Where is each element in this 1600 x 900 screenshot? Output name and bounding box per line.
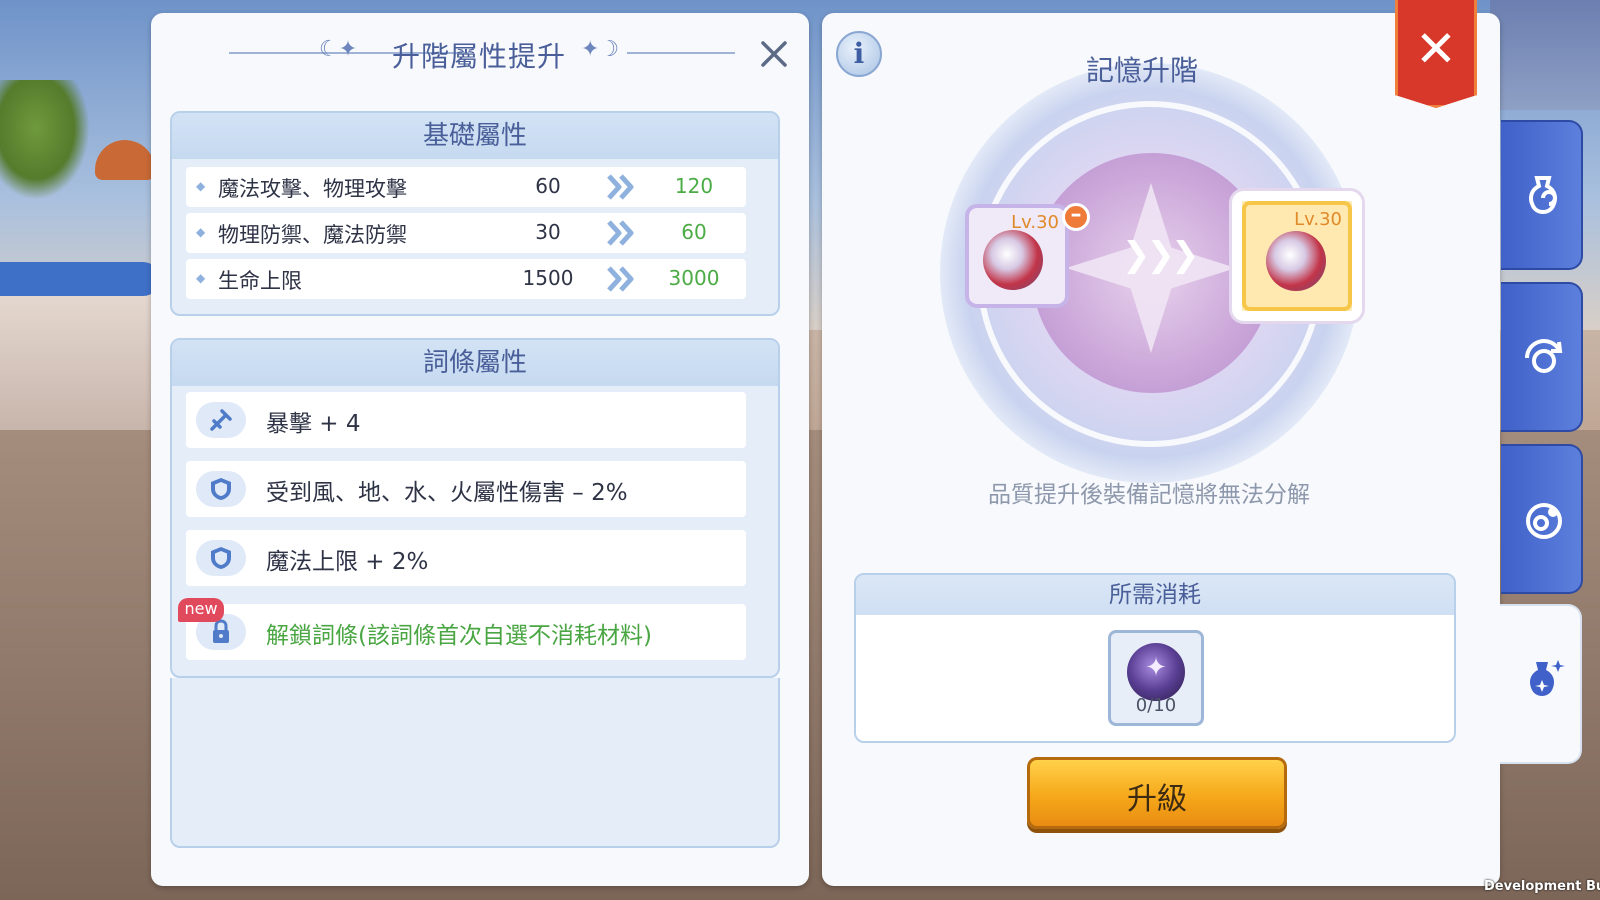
memory-upgrade-panel: i ❯❯❯ 記憶升階 Lv.30 – Lv.30 品質提升後裝備記憶將無法分解 …: [822, 0, 1500, 886]
upgraded-level-label: Lv.30: [1294, 209, 1342, 230]
base-attributes-section: 基礎屬性 ◆ 魔法攻擊、物理攻擊 60 120 ◆ 物理防禦、魔法防禦 30 6…: [170, 111, 780, 316]
stat-old-value: 1500: [522, 266, 574, 290]
background-rooftop: [1490, 0, 1600, 110]
double-chevron-icon: [607, 266, 634, 292]
potion-refresh-icon: [1529, 176, 1557, 214]
moon-ornament-icon: ☾✦: [319, 37, 358, 62]
attribute-panel-empty-area: [170, 678, 780, 848]
close-icon[interactable]: [758, 39, 790, 71]
affix-row: 受到風、地、水、火屬性傷害 – 2%: [186, 461, 746, 517]
info-button[interactable]: i: [836, 31, 882, 77]
equipment-memory-icon: [1266, 231, 1326, 291]
equipment-memory-icon: [983, 230, 1043, 290]
close-icon: ✕: [1415, 20, 1457, 78]
stat-row: ◆ 物理防禦、魔法防禦 30 60: [186, 213, 746, 253]
crit-sword-icon: [196, 402, 246, 438]
affix-text: 暴擊 + 4: [266, 411, 361, 437]
remove-equipment-button[interactable]: –: [1062, 203, 1090, 231]
upgrade-button[interactable]: 升級: [1027, 757, 1287, 829]
attribute-panel: ☾✦ 升階屬性提升 ✦☽ 基礎屬性 ◆ 魔法攻擊、物理攻擊 60 120 ◆ 物…: [151, 13, 809, 886]
background-rail: [0, 262, 160, 296]
stat-new-value: 120: [674, 174, 714, 198]
stat-old-value: 60: [535, 174, 561, 198]
diamond-bullet-icon: ◆: [196, 225, 206, 239]
header-divider-right: [627, 52, 735, 54]
stat-new-value: 3000: [668, 266, 720, 290]
base-attributes-title: 基礎屬性: [172, 113, 778, 159]
affix-row: 暴擊 + 4: [186, 392, 746, 448]
tab-orbit[interactable]: [1501, 444, 1583, 594]
close-button[interactable]: ✕: [1395, 0, 1477, 108]
tab-potion-refresh[interactable]: [1501, 120, 1583, 270]
stat-row: ◆ 生命上限 1500 3000: [186, 259, 746, 299]
required-cost-box: 所需消耗 ✦ 0/10: [854, 573, 1456, 743]
unlock-affix-row[interactable]: new 解鎖詞條(該詞條首次自選不消耗材料): [178, 598, 746, 660]
required-cost-title: 所需消耗: [856, 575, 1454, 615]
moon-ornament-icon: ✦☽: [581, 37, 620, 62]
shield-icon: [196, 471, 246, 507]
cost-material-slot[interactable]: ✦ 0/10: [1108, 630, 1204, 726]
upgraded-equipment-slot[interactable]: Lv.30: [1232, 191, 1362, 321]
affix-text: 受到風、地、水、火屬性傷害 – 2%: [266, 480, 628, 506]
upgraded-slot-frame: Lv.30: [1242, 201, 1352, 311]
current-level-label: Lv.30: [1011, 212, 1059, 233]
stat-name: 魔法攻擊、物理攻擊: [218, 177, 407, 201]
orbit-icon: [1526, 503, 1562, 539]
stat-name: 物理防禦、魔法防禦: [218, 223, 407, 247]
stat-row: ◆ 魔法攻擊、物理攻擊 60 120: [186, 167, 746, 207]
memory-upgrade-title: 記憶升階: [1085, 54, 1198, 87]
upgrade-button-label: 升級: [1127, 782, 1187, 817]
shield-icon: [196, 540, 246, 576]
tab-cycle[interactable]: [1501, 282, 1583, 432]
development-build-label: Development Build: [1484, 879, 1600, 894]
triple-chevron-icon: ❯❯❯: [1122, 235, 1199, 275]
attribute-panel-title: 升階屬性提升: [391, 40, 566, 73]
double-chevron-icon: [607, 220, 634, 246]
affix-attributes-title: 詞條屬性: [172, 340, 778, 386]
attribute-panel-header: ☾✦ 升階屬性提升 ✦☽: [151, 13, 809, 93]
background-palm: [0, 80, 90, 200]
stat-new-value: 60: [681, 220, 707, 244]
cost-material-count: 0/10: [1135, 695, 1177, 716]
new-badge: new: [178, 598, 224, 622]
sparkle-potion-icon: [1530, 660, 1565, 696]
affix-row: 魔法上限 + 2%: [186, 530, 746, 586]
stat-name: 生命上限: [218, 269, 302, 293]
current-equipment-slot[interactable]: Lv.30: [965, 204, 1069, 308]
unlock-affix-text: 解鎖詞條(該詞條首次自選不消耗材料): [266, 623, 652, 649]
cycle-icon: [1525, 339, 1563, 373]
double-chevron-icon: [607, 174, 634, 200]
affix-text: 魔法上限 + 2%: [266, 549, 429, 575]
affix-attributes-section: 詞條屬性 暴擊 + 4 受到風、地、水、火屬性傷害 – 2% 魔法上限 + 2%…: [170, 338, 780, 678]
diamond-bullet-icon: ◆: [196, 271, 206, 285]
decompose-warning-text: 品質提升後裝備記憶將無法分解: [988, 482, 1310, 508]
stat-old-value: 30: [535, 220, 561, 244]
diamond-bullet-icon: ◆: [196, 179, 206, 193]
tab-sparkle-potion[interactable]: [1500, 604, 1582, 764]
star-crystal-icon: ✦: [1127, 643, 1185, 701]
